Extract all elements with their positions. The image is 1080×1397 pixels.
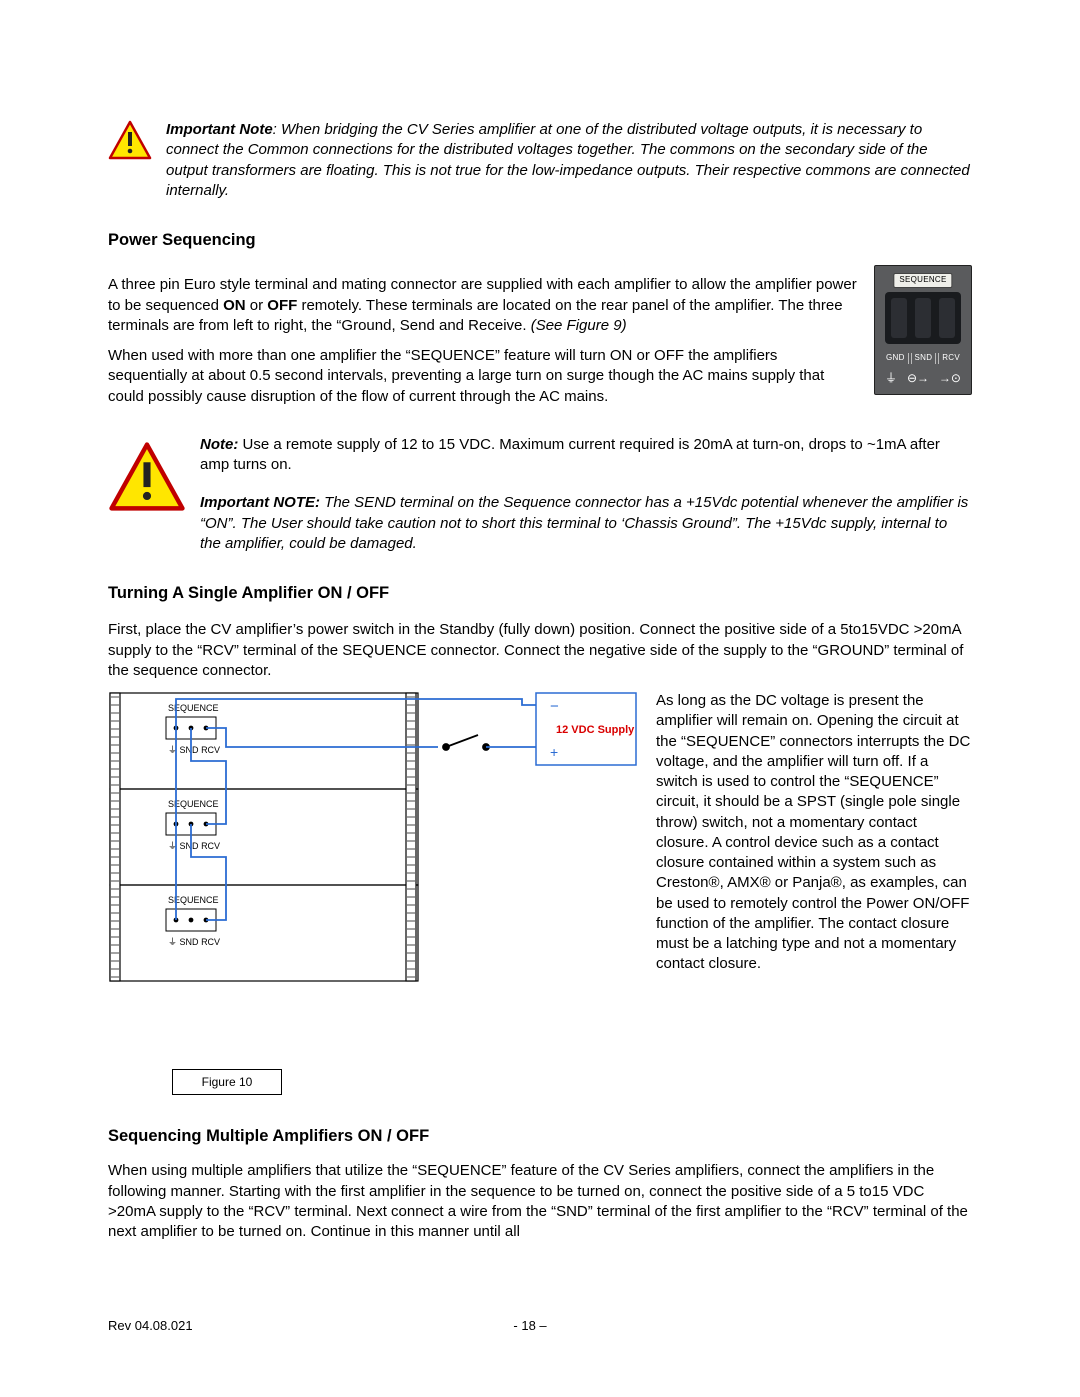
svg-text:⏚ SND RCV: ⏚ SND RCV xyxy=(168,937,220,947)
heading-single-amp: Turning A Single Amplifier ON / OFF xyxy=(108,582,972,604)
warning-icon xyxy=(108,120,152,160)
out-arrow-icon: ⊖→ xyxy=(907,370,929,386)
para-power-seq-1: A three pin Euro style terminal and mati… xyxy=(108,275,972,336)
pin-gnd-label: GND xyxy=(883,353,909,364)
note-body: : When bridging the CV Series amplifier … xyxy=(166,121,970,199)
ground-icon: ⏚ xyxy=(885,370,897,386)
pin-icons: ⏚ ⊖→ →⊙ xyxy=(885,370,961,386)
note-lead: Important Note xyxy=(166,121,273,138)
para-power-seq-2: When used with more than one amplifier t… xyxy=(108,346,972,407)
note-3: Important NOTE: The SEND terminal on the… xyxy=(200,493,972,554)
sequence-label: SEQUENCE xyxy=(893,273,952,288)
in-arrow-icon: →⊙ xyxy=(939,370,961,386)
para-multi-1: When using multiple amplifiers that util… xyxy=(108,1161,972,1242)
important-note-1: Important Note: When bridging the CV Ser… xyxy=(108,120,972,201)
figure-10: SEQUENCE ⏚ SND RCV SEQUENCE ⏚ SND RCV SE… xyxy=(108,691,638,1095)
note-text: Important Note: When bridging the CV Ser… xyxy=(166,120,972,201)
notes-right: Note: Use a remote supply of 12 to 15 VD… xyxy=(200,435,972,554)
svg-text:+: + xyxy=(550,744,558,760)
note-2: Note: Use a remote supply of 12 to 15 VD… xyxy=(200,435,972,476)
connector-socket xyxy=(885,292,961,344)
figure-9-sequence-connector: SEQUENCE GND SND RCV ⏚ ⊖→ →⊙ xyxy=(874,265,972,395)
para-single-1: First, place the CV amplifier’s power sw… xyxy=(108,620,972,681)
pin-rcv-label: RCV xyxy=(938,353,963,364)
figure-10-diagram: SEQUENCE ⏚ SND RCV SEQUENCE ⏚ SND RCV SE… xyxy=(108,691,638,1051)
footer-rev: Rev 04.08.021 xyxy=(108,1317,193,1335)
svg-text:12 VDC Supply: 12 VDC Supply xyxy=(556,724,635,736)
footer-page: - 18 – xyxy=(513,1317,546,1335)
heading-power-sequencing: Power Sequencing xyxy=(108,229,972,251)
figure-10-caption: Figure 10 xyxy=(172,1069,282,1095)
warning-icon xyxy=(108,441,186,509)
note-block-2: Note: Use a remote supply of 12 to 15 VD… xyxy=(108,435,972,554)
single-amp-block: First, place the CV amplifier’s power sw… xyxy=(108,618,972,1095)
power-sequencing-block: SEQUENCE GND SND RCV ⏚ ⊖→ →⊙ A three pin… xyxy=(108,265,972,417)
svg-text:−: − xyxy=(550,698,559,715)
pin-labels-text: GND SND RCV xyxy=(883,353,963,364)
pin-snd-label: SND xyxy=(911,353,937,364)
document-page: Important Note: When bridging the CV Ser… xyxy=(0,0,1080,1397)
heading-multi-amp: Sequencing Multiple Amplifiers ON / OFF xyxy=(108,1125,972,1147)
page-footer: Rev 04.08.021 - 18 – xyxy=(108,1317,972,1335)
figure-9-reference: (See Figure 9) xyxy=(531,317,627,334)
